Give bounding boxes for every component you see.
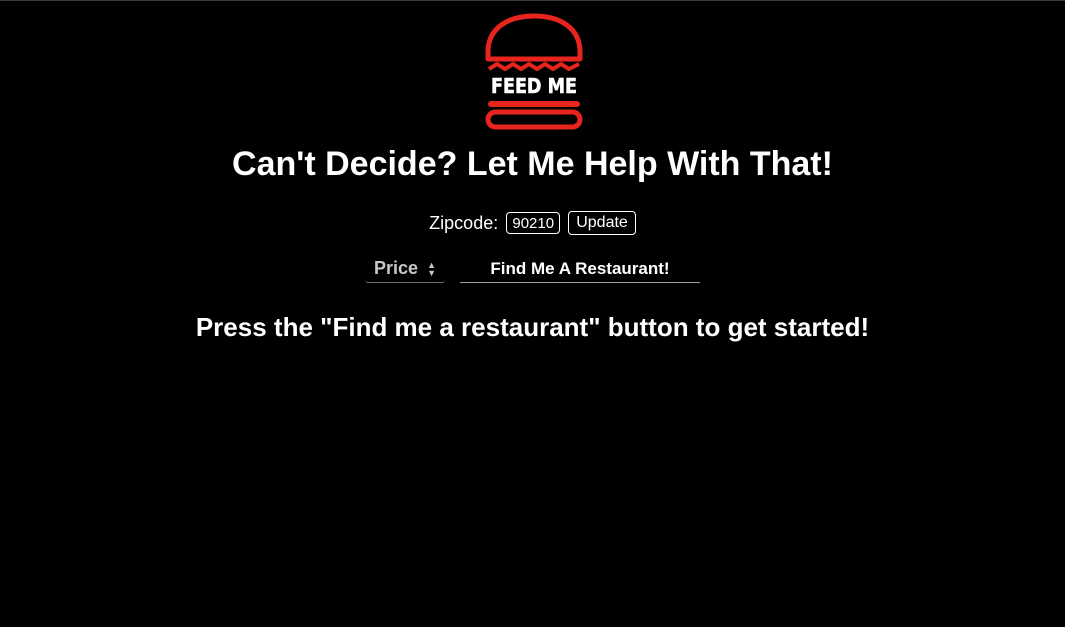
zipcode-input[interactable]: [506, 212, 561, 234]
zipcode-label: Zipcode:: [429, 212, 499, 233]
page: FEED ME Can't Decide? Let Me Help With T…: [0, 0, 1065, 627]
price-select-label: Price: [374, 258, 419, 278]
instructions-text: Press the "Find me a restaurant" button …: [195, 312, 870, 342]
sort-arrows-icon: ▲ ▼: [427, 259, 436, 278]
zipcode-form: Zipcode: Update: [0, 209, 1065, 237]
price-select[interactable]: Price ▲ ▼: [365, 255, 445, 283]
page-title: Can't Decide? Let Me Help With That!: [232, 145, 833, 183]
feed-me-logo: FEED ME: [484, 12, 584, 130]
search-controls: Price ▲ ▼ Find Me A Restaurant!: [0, 255, 1065, 285]
find-restaurant-button[interactable]: Find Me A Restaurant!: [460, 255, 700, 283]
update-button[interactable]: Update: [568, 211, 636, 235]
logo-text: FEED ME: [491, 74, 577, 98]
burger-icon: FEED ME: [485, 13, 583, 130]
